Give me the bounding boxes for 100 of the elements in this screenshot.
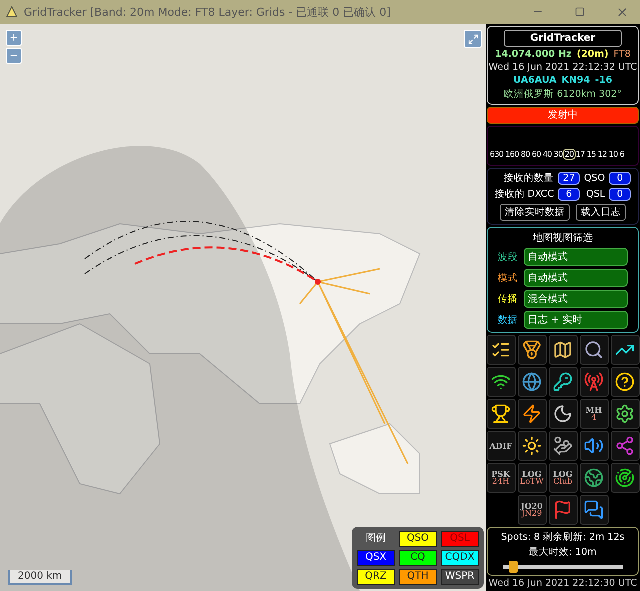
map-icon: [553, 340, 573, 360]
filter-title: 地图视图筛选: [533, 232, 593, 245]
stat-label: 接收的 DXCC: [494, 188, 554, 201]
moon-icon: [553, 404, 573, 424]
filter-dropdown[interactable]: 自动模式: [524, 269, 628, 287]
filter-dropdown[interactable]: 日志 + 实时: [524, 311, 628, 329]
band-option[interactable]: 6: [618, 150, 626, 159]
legend-tag: QSO: [399, 531, 437, 547]
legend-tag: QSL: [441, 531, 479, 547]
globe-icon: [584, 468, 604, 488]
callsign-text: UA6AUA: [514, 75, 557, 86]
load-log-button[interactable]: 载入日志: [576, 204, 626, 221]
filter-label: 传播: [498, 292, 519, 306]
legend-title: 图例: [365, 532, 387, 546]
footer-time: Wed 16 Jun 2021 22:12:30 UTC: [488, 578, 638, 589]
band-text: (20m): [576, 49, 609, 60]
location-text: 欧洲俄罗斯 6120km 302°: [504, 88, 622, 101]
sun-icon: [522, 436, 542, 456]
maximize-icon: [575, 7, 585, 17]
band-option[interactable]: 17: [574, 150, 586, 159]
legend-tag: CQ: [399, 550, 437, 566]
help-icon: [615, 372, 635, 392]
tool-button[interactable]: [610, 399, 640, 429]
tool-button[interactable]: [518, 367, 546, 397]
radio-tower-icon: [584, 372, 604, 392]
band-option[interactable]: 12: [596, 150, 608, 159]
tool-button[interactable]: MH 4: [580, 399, 608, 429]
chat-icon: [584, 500, 604, 520]
trophy-icon: [491, 404, 511, 424]
expand-icon: [468, 34, 478, 44]
tool-button[interactable]: [486, 399, 516, 429]
filter-label: 数据: [498, 314, 519, 326]
band-option[interactable]: 160: [504, 150, 520, 159]
filter-label: 波段: [498, 250, 519, 264]
tool-button[interactable]: LOG Club: [548, 463, 578, 493]
tool-button[interactable]: [548, 335, 578, 365]
filter-label: 模式: [498, 272, 519, 284]
radar-icon: [615, 468, 635, 488]
band-option[interactable]: 20: [564, 150, 575, 159]
tool-button[interactable]: PSK 24H: [486, 463, 516, 493]
mode-text: FT8: [614, 49, 631, 60]
tool-button[interactable]: [548, 367, 578, 397]
tool-button[interactable]: LOG LoTW: [518, 463, 546, 493]
max-age-text: 最大时效: 10m: [529, 546, 597, 559]
transmit-indicator: 发射中: [487, 107, 639, 124]
network-icon: [615, 436, 635, 456]
snr-text: -16: [595, 75, 612, 86]
globe-icon: [522, 372, 542, 392]
tool-button[interactable]: [486, 367, 516, 397]
tool-button[interactable]: [486, 335, 516, 365]
spots-text: Spots: 8 剩余刷新: 2m 12s: [501, 531, 625, 544]
tool-button[interactable]: [518, 335, 546, 365]
datetime-text: Wed 16 Jun 2021 22:12:32 UTC: [488, 62, 638, 73]
band-option[interactable]: 80: [520, 150, 531, 159]
filter-dropdown[interactable]: 混合模式: [524, 290, 628, 308]
stat-value: 0: [609, 172, 632, 185]
legend-tag: CQDX: [441, 550, 479, 566]
tool-button[interactable]: [548, 431, 578, 461]
band-option[interactable]: 15: [586, 150, 597, 159]
tool-button[interactable]: [580, 431, 608, 461]
tool-button[interactable]: [548, 399, 578, 429]
tool-button[interactable]: [580, 495, 608, 525]
fullscreen-button[interactable]: [464, 30, 482, 48]
lightning-icon: [522, 404, 542, 424]
legend-tag: QTH: [399, 569, 437, 585]
stat-label: 接收的数量: [503, 172, 554, 185]
speaker-icon: [584, 436, 604, 456]
band-option[interactable]: 630: [489, 150, 504, 159]
gear-icon: [615, 404, 635, 424]
window-title: GridTracker [Band: 20m Mode: FT8 Layer: Grids - 已通联 0 已确认 0]: [24, 4, 392, 20]
tool-button[interactable]: JO20 JN29: [518, 495, 546, 525]
slider-thumb[interactable]: [508, 561, 518, 573]
medal-icon: [522, 340, 542, 360]
tool-button[interactable]: [610, 367, 640, 397]
search-icon: [584, 340, 604, 360]
stat-value: 0: [609, 188, 632, 201]
tool-button[interactable]: [580, 335, 608, 365]
stat-label: QSL: [585, 189, 606, 200]
band-option[interactable]: 40: [542, 150, 553, 159]
tool-button[interactable]: [580, 463, 608, 493]
tool-button[interactable]: ADIF: [486, 431, 516, 461]
band-option[interactable]: 30: [552, 150, 564, 159]
legend-tag: QRZ: [357, 569, 395, 585]
tool-button[interactable]: [610, 335, 640, 365]
clear-live-data-button[interactable]: 清除实时数据: [500, 204, 570, 221]
tool-button[interactable]: [610, 463, 640, 493]
band-option[interactable]: 10: [608, 150, 619, 159]
band-option[interactable]: 60: [530, 150, 542, 159]
filter-dropdown[interactable]: 自动模式: [524, 248, 628, 266]
grid-text: KN94: [562, 75, 590, 86]
scale-bar: 2000 km: [8, 570, 72, 585]
hand-coin-icon: [553, 436, 573, 456]
frequency-text: 14.074.000 Hz: [495, 49, 572, 60]
tool-button[interactable]: [518, 399, 546, 429]
tool-button[interactable]: [518, 431, 546, 461]
app-icon: [6, 6, 18, 18]
close-icon: [616, 6, 628, 18]
stat-value: 6: [558, 188, 580, 201]
stat-label: QSO: [584, 173, 606, 184]
legend-tag: QSX: [357, 550, 395, 566]
